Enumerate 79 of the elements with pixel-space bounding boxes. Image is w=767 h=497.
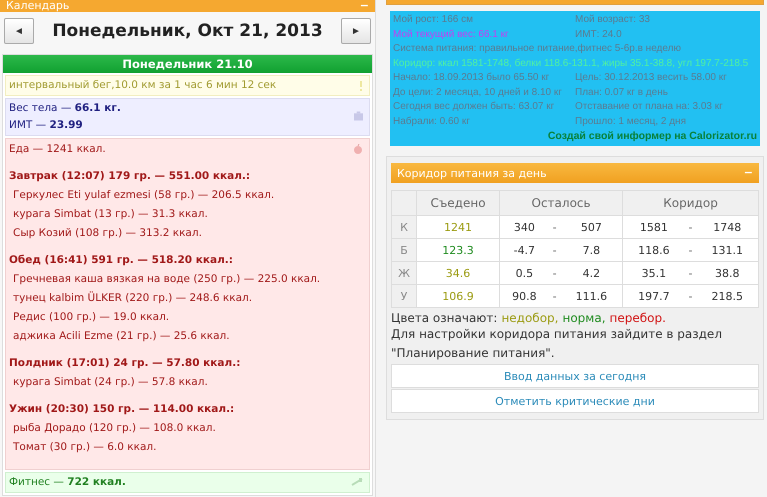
food-item: тунец kalbim ÜLKER (220 гр.) — 248.6 ккал. bbox=[12, 290, 254, 306]
row-label: К bbox=[392, 216, 416, 238]
previous-day-button[interactable]: ◄ bbox=[4, 18, 34, 44]
food-item: Сыр Козий (108 гр.) — 313.2 ккал. bbox=[12, 226, 203, 241]
panel-title: Календарь bbox=[6, 0, 70, 12]
collapse-button[interactable]: − bbox=[360, 0, 369, 12]
entry-text: Фитнес — 722 ккал. bbox=[9, 475, 127, 490]
day-header: Понедельник 21.10 bbox=[3, 55, 372, 73]
informer-text: Мой возраст: 33 bbox=[575, 13, 650, 27]
legend-item: перебор. bbox=[610, 311, 666, 325]
legend-item: недобор, bbox=[501, 311, 558, 325]
table-cell: 218.5 bbox=[696, 284, 758, 308]
informer-text: Цель: 30.12.2013 весить 58.00 кг bbox=[575, 71, 727, 85]
table-cell: 38.8 bbox=[696, 262, 758, 284]
column-header: Съедено bbox=[416, 190, 500, 216]
food-item: аджика Acili Ezme (21 гр.) — 25.6 ккал. bbox=[12, 329, 231, 344]
table-cell: 106.9 bbox=[416, 284, 500, 308]
table-cell: 131.1 bbox=[696, 238, 758, 262]
food-item: Геркулес Eti yulaf ezmesi (58 гр.) — 206.5 ккал. bbox=[12, 188, 276, 203]
note-text: Для настройки коридора питания зайдите в раздел "Планирование питания". bbox=[391, 326, 723, 362]
collapse-button[interactable]: − bbox=[744, 167, 753, 179]
table-cell: 197.7 bbox=[622, 284, 685, 308]
table-cell: 90.8 bbox=[500, 284, 549, 308]
entry-text: Вес тела — 66.1 кг. bbox=[9, 101, 122, 116]
entry-text: ИМТ — 23.99 bbox=[9, 118, 84, 133]
table-cell: -4.7 bbox=[500, 238, 549, 262]
meal-title: Ужин (20:30) 150 гр. — 114.00 ккал.: bbox=[9, 402, 236, 417]
informer-text: Начало: 18.09.2013 было 65.50 кг bbox=[393, 71, 550, 85]
table-cell: 7.8 bbox=[560, 238, 623, 262]
entry-text: интервальный бег,10.0 км за 1 час 6 мин 12 сек bbox=[9, 78, 278, 93]
panel-title: Коридор питания за день bbox=[397, 166, 547, 180]
table-cell: 1241 bbox=[416, 216, 500, 238]
legend-item: норма, bbox=[562, 311, 606, 325]
food-item: Гречневая каша вязкая на воде (250 гр.) — 225.0 ккал. bbox=[12, 272, 322, 287]
table-cell: 35.1 bbox=[622, 262, 685, 284]
table-cell: 34.6 bbox=[416, 262, 500, 284]
informer-text: Мой рост: 166 см bbox=[393, 13, 474, 27]
table-cell: 1748 bbox=[696, 216, 758, 238]
informer-text: Коридор: ккал 1581-1748, белки 118.6-131.1, жиры 35.1-38.8, угл 197.7-218.5 bbox=[393, 56, 748, 70]
table-cell: 1581 bbox=[622, 216, 685, 238]
action-button[interactable]: Ввод данных за сегодня bbox=[391, 364, 759, 388]
informer-text: Набрали: 0.60 кг bbox=[393, 114, 471, 128]
informer-text: Сегодня вес должен быть: 63.07 кг bbox=[393, 100, 556, 114]
meal-title: Обед (16:41) 591 гр. — 518.20 ккал.: bbox=[9, 253, 234, 268]
table-cell: 111.6 bbox=[560, 284, 623, 308]
date-title: Понедельник, Окт 21, 2013 bbox=[52, 21, 323, 41]
legend-label: Цвета означают: bbox=[391, 311, 498, 325]
food-item: курага Simbat (24 гр.) — 57.8 ккал. bbox=[12, 375, 209, 390]
column-header: Осталось bbox=[500, 190, 623, 216]
table-cell: 118.6 bbox=[622, 238, 685, 262]
food-item: Редис (100 гр.) — 19.0 ккал. bbox=[12, 310, 170, 325]
food-total: Еда — 1241 ккал. bbox=[9, 142, 107, 157]
informer-text: Прошло: 1 месяц, 2 дня bbox=[575, 114, 686, 128]
apple-icon bbox=[353, 144, 363, 154]
table-cell: 4.2 bbox=[560, 262, 623, 284]
informer-text: Мой текущий вес: 66.1 кг bbox=[393, 28, 510, 42]
food-item: рыба Дорадо (120 гр.) — 108.0 ккал. bbox=[12, 421, 217, 436]
action-button[interactable]: Отметить критические дни bbox=[391, 389, 759, 413]
table-cell: 123.3 bbox=[416, 238, 500, 262]
informer-text: ИМТ: 24.0 bbox=[575, 28, 622, 42]
informer-text: План: 0.07 кг в день bbox=[575, 86, 668, 100]
informer-text: Система питания: правильное питание,фитнес 5-6р.в неделю bbox=[393, 42, 681, 56]
scale-icon bbox=[354, 111, 363, 121]
meal-title: Полдник (17:01) 24 гр. — 57.80 ккал.: bbox=[9, 356, 242, 371]
row-label: У bbox=[392, 284, 416, 308]
table-cell: 0.5 bbox=[500, 262, 549, 284]
food-item: Томат (30 гр.) — 6.0 ккал. bbox=[12, 440, 158, 455]
column-header: Коридор bbox=[622, 190, 758, 216]
table-cell: 507 bbox=[560, 216, 623, 238]
meal-title: Завтрак (12:07) 179 гр. — 551.00 ккал.: bbox=[9, 169, 252, 184]
exclamation-icon bbox=[359, 81, 363, 91]
informer-link[interactable]: Создай свой информер на Calorizator.ru bbox=[548, 129, 757, 144]
next-day-button[interactable]: ► bbox=[340, 18, 371, 44]
informer-text: Отставание от плана на: 3.03 кг bbox=[575, 100, 723, 114]
row-label: Б bbox=[392, 238, 416, 262]
informer-text: До цели: 2 месяца, 10 дней и 8.10 кг bbox=[393, 86, 563, 100]
row-label: Ж bbox=[392, 262, 416, 284]
table-cell: 340 bbox=[500, 216, 549, 238]
food-item: курага Simbat (13 гр.) — 31.3 ккал. bbox=[12, 207, 209, 222]
